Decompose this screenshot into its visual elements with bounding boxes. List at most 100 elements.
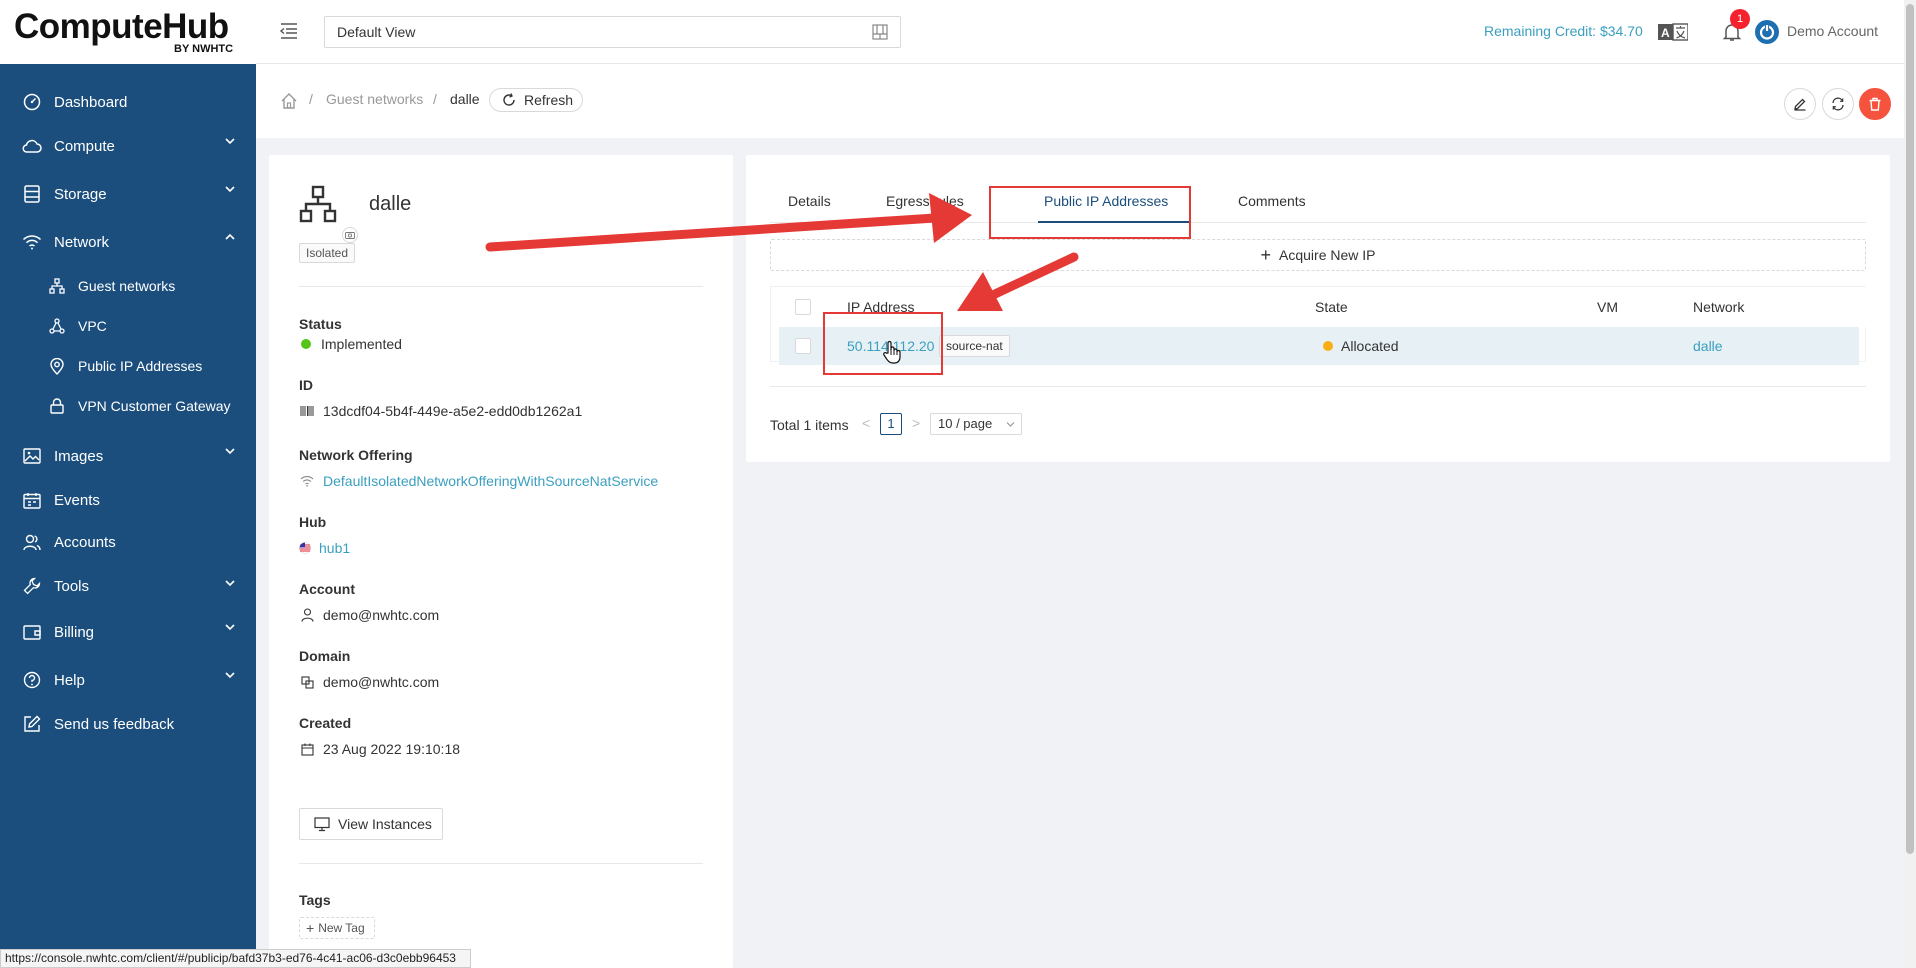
reload-icon: [503, 93, 515, 106]
refresh-button[interactable]: Refresh: [489, 88, 583, 112]
camera-icon[interactable]: [342, 227, 358, 243]
user-icon: [299, 607, 315, 623]
view-instances-button[interactable]: View Instances: [299, 808, 443, 840]
page-size-value: 10 / page: [938, 416, 993, 431]
account-text: demo@nwhtc.com: [323, 607, 440, 623]
account-name[interactable]: Demo Account: [1787, 23, 1878, 39]
sidebar-item-label: Images: [54, 447, 104, 465]
offering-link[interactable]: DefaultIsolatedNetworkOfferingWithSource…: [323, 473, 658, 489]
source-nat-tag: source-nat: [939, 335, 1010, 357]
hub-value[interactable]: hub1: [299, 540, 350, 556]
sidebar-item-label: Public IP Addresses: [78, 358, 203, 374]
logo-subtitle: BY NWHTC: [174, 42, 234, 55]
network-link[interactable]: dalle: [1693, 338, 1723, 354]
breadcrumb-separator: /: [433, 91, 437, 107]
translate-icon[interactable]: A: [1658, 22, 1688, 42]
page-size-select[interactable]: 10 / page: [930, 413, 1022, 435]
tab-egress-rules[interactable]: Egress rules: [886, 193, 964, 209]
divider: [299, 286, 703, 287]
sidebar-item-billing[interactable]: Billing: [0, 608, 256, 656]
sidebar-item-label: Events: [54, 491, 100, 509]
power-avatar-icon[interactable]: [1755, 20, 1779, 44]
breadcrumb: / Guest networks / dalle Refresh: [256, 64, 1912, 138]
sidebar-item-help[interactable]: Help: [0, 656, 256, 704]
hub-link[interactable]: hub1: [319, 540, 350, 556]
chevron-down-icon: [225, 186, 235, 193]
sidebar-item-public-ip-addresses[interactable]: Public IP Addresses: [0, 346, 256, 386]
column-network[interactable]: Network: [1693, 299, 1744, 315]
breadcrumb-guest-networks[interactable]: Guest networks: [326, 91, 423, 107]
location-pin-icon: [48, 357, 66, 375]
pagination-page[interactable]: 1: [880, 413, 902, 435]
scrollbar-thumb[interactable]: [1906, 4, 1914, 854]
sidebar-item-label: Network: [54, 233, 110, 251]
users-icon: [22, 532, 42, 552]
sidebar: ComputeHub BY NWHTC Dashboard Compute St…: [0, 0, 256, 968]
created-label: Created: [299, 715, 352, 731]
sidebar-item-vpn-customer-gateway[interactable]: VPN Customer Gateway: [0, 386, 256, 426]
chevron-up-icon: [225, 233, 235, 240]
calendar-icon: [22, 490, 42, 510]
sidebar-item-label: VPN Customer Gateway: [78, 398, 231, 414]
menu-fold-icon[interactable]: [278, 20, 300, 42]
column-state[interactable]: State: [1315, 299, 1348, 315]
chevron-down-icon: [225, 448, 235, 455]
sidebar-item-compute[interactable]: Compute: [0, 122, 256, 170]
pagination-prev[interactable]: <: [862, 415, 870, 431]
logo[interactable]: ComputeHub BY NWHTC: [0, 0, 256, 64]
layout-icon: [872, 24, 888, 40]
sidebar-item-feedback[interactable]: Send us feedback: [0, 704, 256, 744]
divider: [770, 386, 1866, 387]
select-all-checkbox[interactable]: [795, 299, 811, 315]
sidebar-item-storage[interactable]: Storage: [0, 170, 256, 218]
delete-button[interactable]: [1859, 88, 1891, 120]
sidebar-item-events[interactable]: Events: [0, 480, 256, 520]
sidebar-item-label: Compute: [54, 137, 115, 155]
sidebar-item-label: Storage: [54, 185, 107, 203]
row-checkbox[interactable]: [795, 338, 811, 354]
sidebar-item-label: Send us feedback: [54, 715, 175, 733]
view-select[interactable]: Default View: [324, 16, 901, 48]
edit-button[interactable]: [1784, 88, 1816, 120]
sidebar-item-accounts[interactable]: Accounts: [0, 520, 256, 564]
status-label: Status: [299, 316, 342, 332]
cloud-icon: [22, 136, 42, 156]
home-icon[interactable]: [280, 92, 298, 110]
sidebar-item-tools[interactable]: Tools: [0, 564, 256, 608]
wifi-icon: [299, 473, 315, 489]
sidebar-item-vpc[interactable]: VPC: [0, 306, 256, 346]
status-text: Implemented: [321, 336, 402, 352]
restart-network-button[interactable]: [1822, 88, 1854, 120]
new-tag-button[interactable]: + New Tag: [299, 917, 375, 939]
chevron-down-icon: [225, 672, 235, 679]
sidebar-item-label: Dashboard: [54, 93, 128, 111]
sidebar-item-dashboard[interactable]: Dashboard: [0, 82, 256, 122]
sidebar-item-network[interactable]: Network: [0, 218, 256, 266]
view-select-value: Default View: [337, 24, 416, 40]
breadcrumb-separator: /: [309, 91, 313, 107]
tab-comments[interactable]: Comments: [1238, 193, 1306, 209]
created-text: 23 Aug 2022 19:10:18: [323, 741, 461, 757]
new-tag-label: New Tag: [318, 921, 365, 935]
sidebar-item-label: Accounts: [54, 533, 116, 551]
column-vm[interactable]: VM: [1597, 299, 1618, 315]
pagination-next[interactable]: >: [912, 415, 920, 431]
domain-text: demo@nwhtc.com: [323, 674, 440, 690]
chevron-down-icon: [225, 138, 235, 145]
edit-form-icon: [22, 714, 42, 734]
sidebar-item-guest-networks[interactable]: Guest networks: [0, 266, 256, 306]
acquire-new-ip-button[interactable]: + Acquire New IP: [770, 239, 1866, 271]
sidebar-item-images[interactable]: Images: [0, 432, 256, 480]
us-flag-icon: [299, 540, 311, 556]
plus-icon: +: [1260, 245, 1272, 265]
domain-label: Domain: [299, 648, 351, 664]
pencil-icon: [1794, 98, 1806, 111]
svg-text:A: A: [1661, 26, 1670, 40]
id-label: ID: [299, 377, 313, 393]
tab-details[interactable]: Details: [788, 193, 831, 209]
page-scrollbar[interactable]: [1904, 0, 1916, 968]
sidebar-item-label: Help: [54, 671, 85, 689]
question-icon: [22, 670, 42, 690]
state-dot: [1323, 341, 1333, 351]
offering-value[interactable]: DefaultIsolatedNetworkOfferingWithSource…: [299, 473, 658, 489]
